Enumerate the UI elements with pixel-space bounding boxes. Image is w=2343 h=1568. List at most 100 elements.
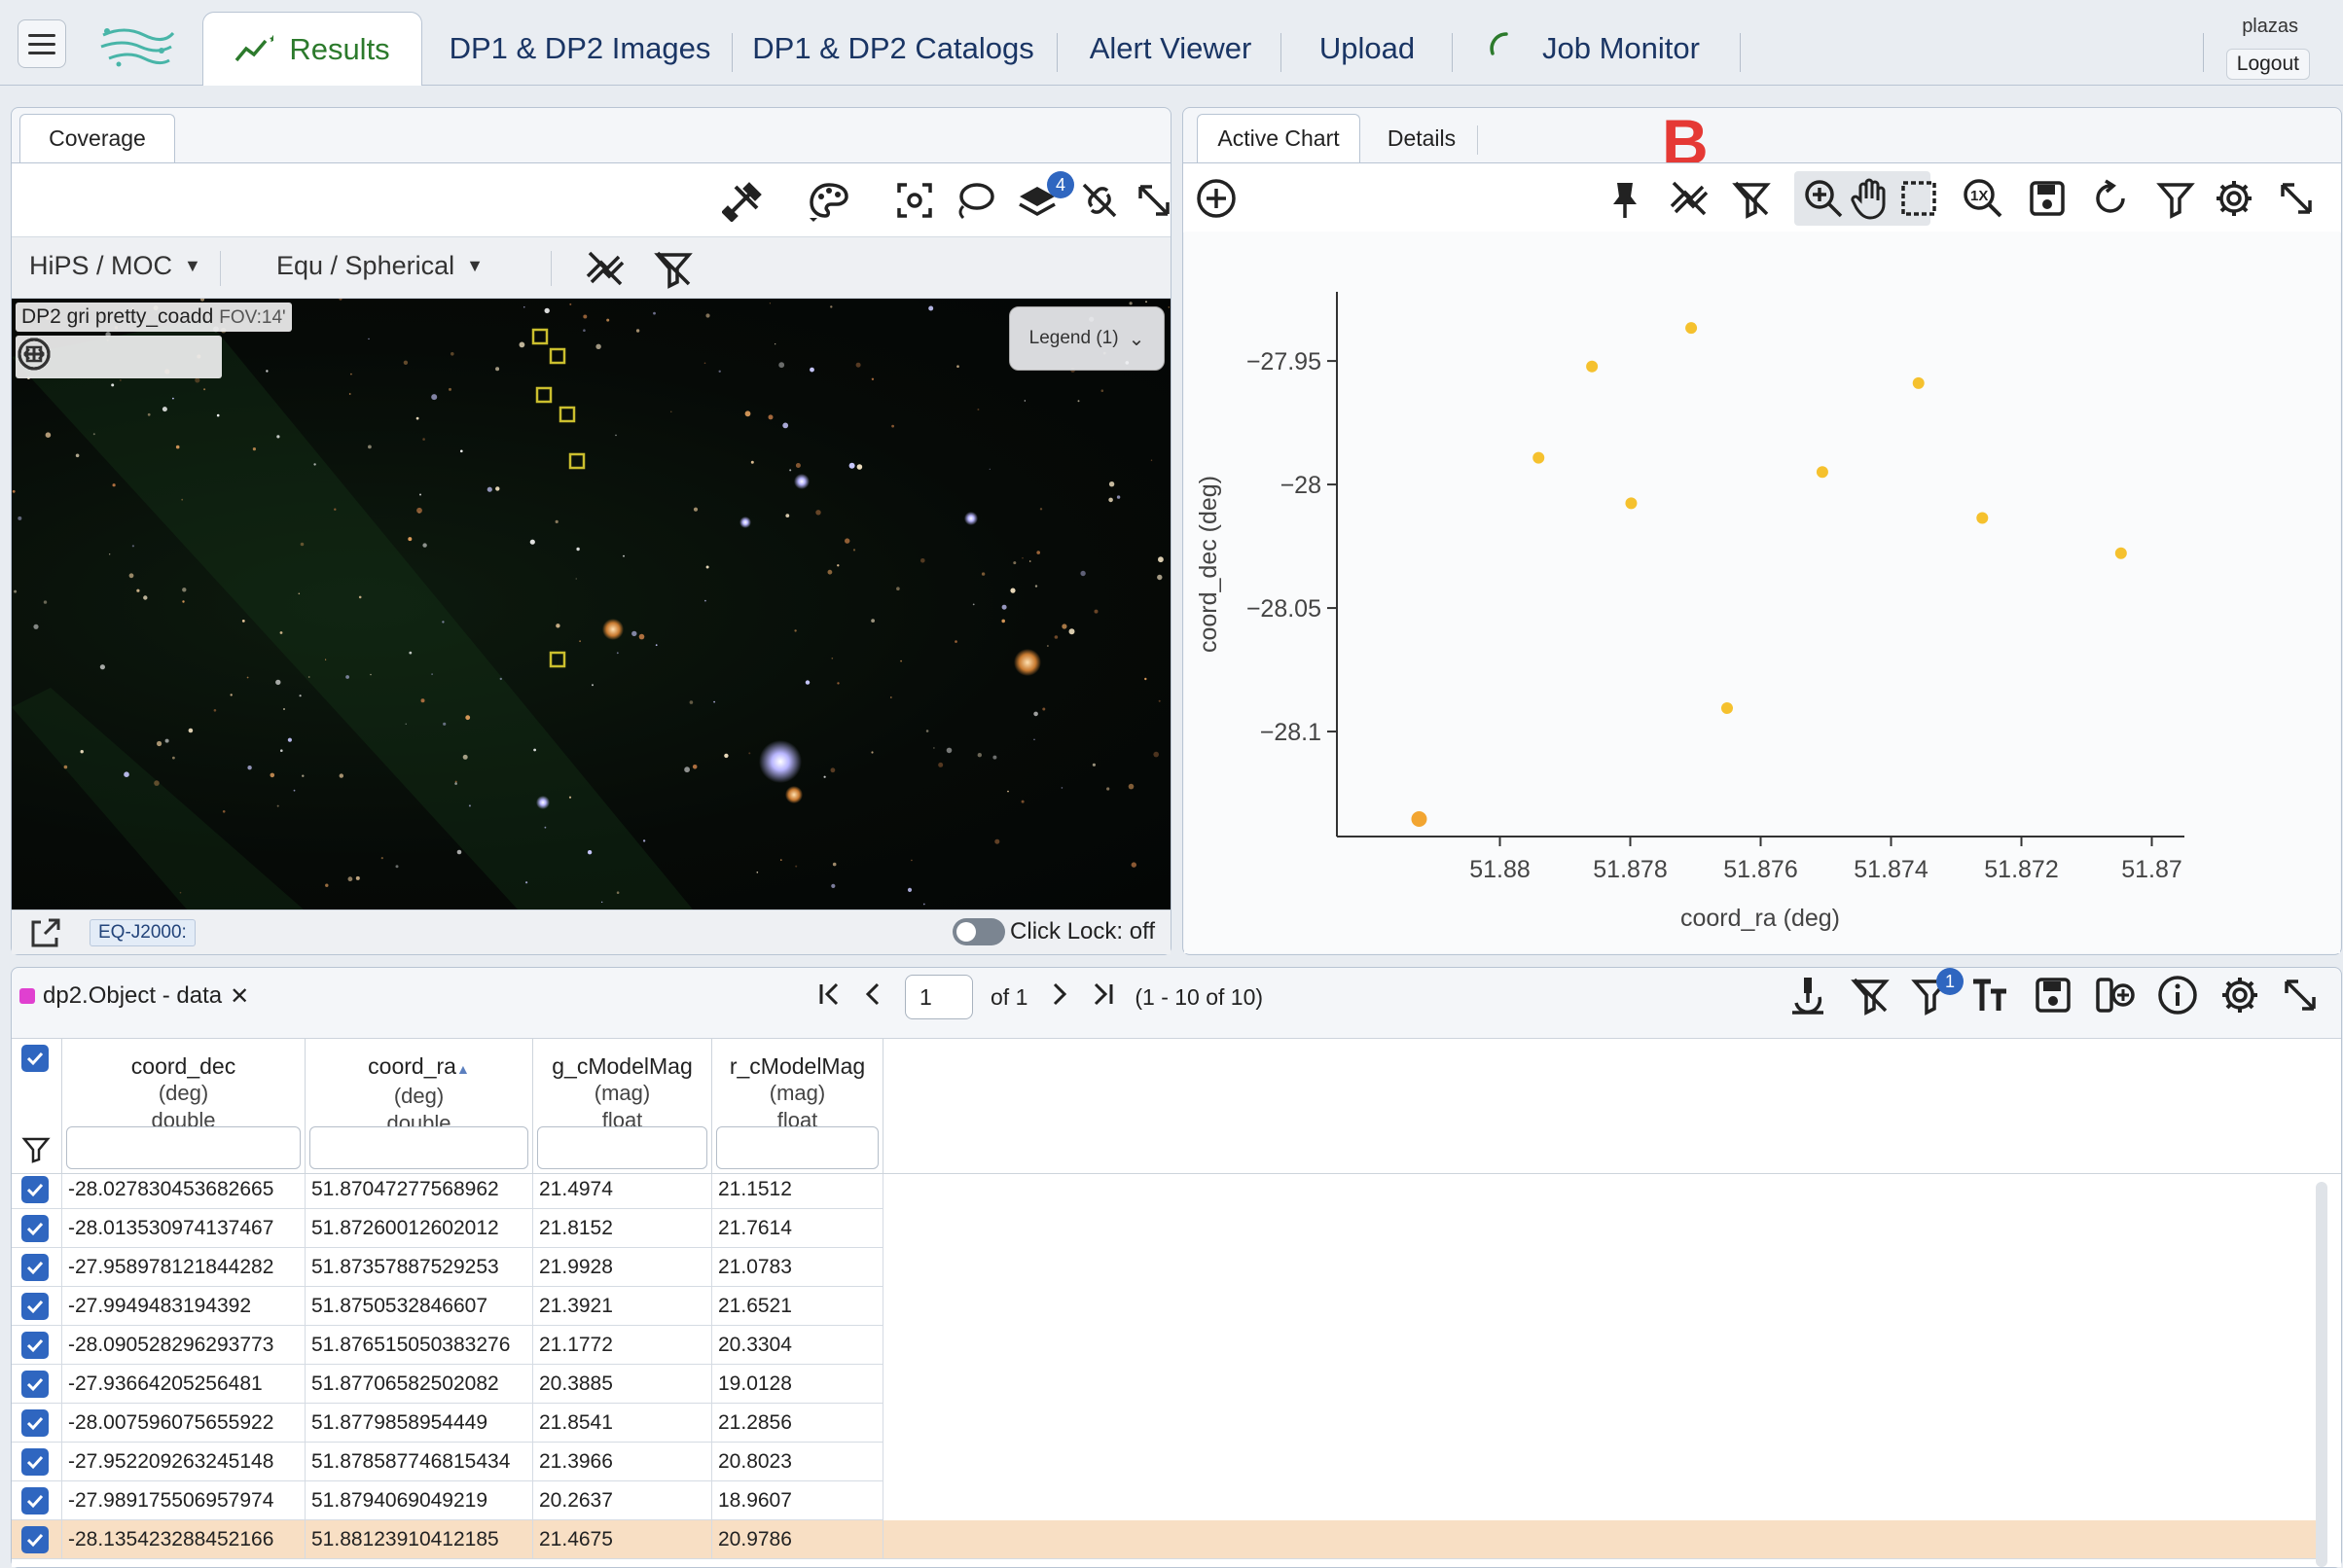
column-filter-input[interactable] [537, 1126, 707, 1169]
table-row[interactable]: -27.9949483194392 51.8750532846607 21.3921… [12, 1287, 883, 1326]
sky-image-viewer[interactable]: DP2 gri pretty_coadd FOV:14' Legend (1) ⌄ [12, 299, 1171, 909]
table-row[interactable]: -28.090528296293773 51.876515050383276 21.… [12, 1326, 883, 1365]
row-checkbox[interactable] [21, 1254, 49, 1281]
filter-icon[interactable] [2150, 173, 2201, 224]
scatter-point[interactable] [1976, 512, 1989, 524]
zoom-in-icon[interactable] [1798, 173, 1849, 224]
row-checkbox[interactable] [21, 1293, 49, 1320]
clear-filter-icon[interactable] [1845, 970, 1895, 1020]
row-checkbox[interactable] [21, 1409, 49, 1437]
clear-selection-icon[interactable] [580, 243, 631, 294]
expand-icon[interactable] [1129, 175, 1179, 226]
tab-job-monitor[interactable]: Job Monitor [1475, 12, 1712, 86]
text-size-icon[interactable] [1965, 970, 2016, 1020]
save-icon[interactable] [2028, 970, 2078, 1020]
scatter-chart[interactable]: −27.95 −28 −28.05 −28.1 51.88 51.878 51.876 51… [1184, 232, 2340, 953]
unlink-icon[interactable] [1074, 175, 1125, 226]
reset-zoom-icon[interactable]: 1X [1958, 173, 2008, 224]
table-row[interactable]: -28.027830453682665 51.87047277568962 21.4… [12, 1174, 883, 1209]
info-icon[interactable] [2152, 970, 2203, 1020]
select-area-icon[interactable] [889, 175, 940, 226]
tab-details[interactable]: Details [1368, 114, 1475, 162]
pan-hand-icon[interactable] [1845, 173, 1895, 224]
table-row[interactable]: -27.952209263245148 51.878587746815434 21.… [12, 1443, 883, 1481]
scatter-point[interactable] [1720, 702, 1733, 715]
table-row[interactable]: -28.013530974137467 51.87260012602012 21.8… [12, 1209, 883, 1248]
tab-alert-viewer[interactable]: Alert Viewer [1070, 12, 1271, 86]
row-checkbox[interactable] [21, 1371, 49, 1398]
legend-button[interactable]: Legend (1) ⌄ [1009, 306, 1165, 371]
hips-moc-dropdown[interactable]: HiPS / MOC ▼ [29, 251, 201, 281]
column-header-r-cmodelmag[interactable]: r_cModelMag (mag) float [712, 1039, 883, 1175]
column-header-coord-ra[interactable]: coord_ra▲ (deg) double [306, 1039, 533, 1175]
lasso-icon[interactable] [950, 175, 1000, 226]
table-row[interactable]: -27.989175506957974 51.8794069049219 20.26… [12, 1481, 883, 1520]
clear-selection-icon[interactable] [1664, 173, 1714, 224]
last-page-icon[interactable] [1090, 980, 1117, 1014]
click-lock-toggle[interactable] [953, 918, 1005, 945]
gear-icon[interactable] [2215, 970, 2265, 1020]
row-checkbox[interactable] [21, 1176, 49, 1203]
scatter-point[interactable] [1685, 322, 1698, 335]
row-checkbox[interactable] [21, 1487, 49, 1515]
restore-icon[interactable] [2086, 173, 2137, 224]
column-header-g-cmodelmag[interactable]: g_cModelMag (mag) float [533, 1039, 712, 1175]
select-all-checkbox[interactable] [21, 1045, 49, 1072]
box-select-icon[interactable] [1893, 173, 1944, 224]
tab-results[interactable]: Results [202, 12, 422, 86]
add-chart-icon[interactable] [1191, 173, 1242, 224]
clear-filter-icon[interactable] [1726, 173, 1777, 224]
expand-icon[interactable] [2271, 173, 2322, 224]
tab-coverage[interactable]: Coverage [19, 114, 175, 162]
zoom-fill-icon[interactable] [18, 338, 218, 376]
clear-filter-icon[interactable] [648, 243, 699, 294]
scatter-point[interactable] [1625, 497, 1638, 510]
hamburger-menu-button[interactable] [18, 19, 66, 68]
scatter-point[interactable] [1816, 466, 1828, 479]
coord-system-dropdown[interactable]: Equ / Spherical ▼ [276, 251, 484, 281]
zoom-out-icon[interactable] [18, 338, 117, 376]
tab-active-chart[interactable]: Active Chart [1197, 114, 1360, 162]
close-icon[interactable]: ✕ [230, 982, 249, 1011]
table-row[interactable]: -28.135423288452166 51.88123910412185 21.4… [12, 1520, 2318, 1559]
scatter-point[interactable] [1532, 451, 1545, 464]
next-page-icon[interactable] [1045, 980, 1072, 1014]
first-page-icon[interactable] [815, 980, 843, 1014]
microscope-icon[interactable] [1783, 970, 1833, 1020]
row-checkbox[interactable] [21, 1448, 49, 1476]
table-tab[interactable]: dp2.Object - data ✕ [19, 974, 249, 1018]
row-checkbox[interactable] [21, 1215, 49, 1242]
add-column-icon[interactable] [2090, 970, 2141, 1020]
pin-icon[interactable] [1600, 173, 1650, 224]
table-row[interactable]: -27.958978121844282 51.87357887529253 21.9… [12, 1248, 883, 1287]
logout-button[interactable]: Logout [2225, 49, 2310, 80]
tab-upload[interactable]: Upload [1294, 12, 1440, 86]
row-checkbox[interactable] [21, 1332, 49, 1359]
vertical-scrollbar[interactable] [2316, 1182, 2327, 1567]
column-filter-input[interactable] [309, 1126, 528, 1169]
column-filter-input[interactable] [716, 1126, 879, 1169]
gear-icon[interactable] [2209, 173, 2259, 224]
scatter-point[interactable] [1586, 360, 1599, 373]
table-row[interactable]: -28.007596075655922 51.8779858954449 21.85… [12, 1404, 883, 1443]
table-row[interactable]: -27.93664205256481 51.87706582502082 20.38… [12, 1365, 883, 1404]
scatter-point[interactable] [2114, 547, 2127, 559]
star [454, 782, 457, 785]
page-input[interactable]: 1 [905, 975, 973, 1019]
scatter-point-highlighted[interactable] [1411, 811, 1427, 828]
expand-icon[interactable] [2275, 970, 2325, 1020]
tab-dp1-dp2-images[interactable]: DP1 & DP2 Images [436, 12, 724, 86]
row-checkbox[interactable] [21, 1526, 49, 1553]
column-header-coord-dec[interactable]: coord_dec (deg) double [62, 1039, 306, 1175]
prev-page-icon[interactable] [860, 980, 887, 1014]
zoom-fit-icon[interactable] [18, 338, 167, 376]
external-link-icon[interactable] [27, 916, 62, 956]
save-icon[interactable] [2022, 173, 2073, 224]
column-filter-input[interactable] [66, 1126, 301, 1169]
filter-icon[interactable] [21, 1134, 51, 1168]
color-palette-icon[interactable] [804, 175, 854, 226]
tools-icon[interactable] [718, 175, 769, 226]
tab-dp1-dp2-catalogs[interactable]: DP1 & DP2 Catalogs [747, 12, 1039, 86]
star [1024, 400, 1026, 402]
scatter-point[interactable] [1912, 376, 1925, 389]
